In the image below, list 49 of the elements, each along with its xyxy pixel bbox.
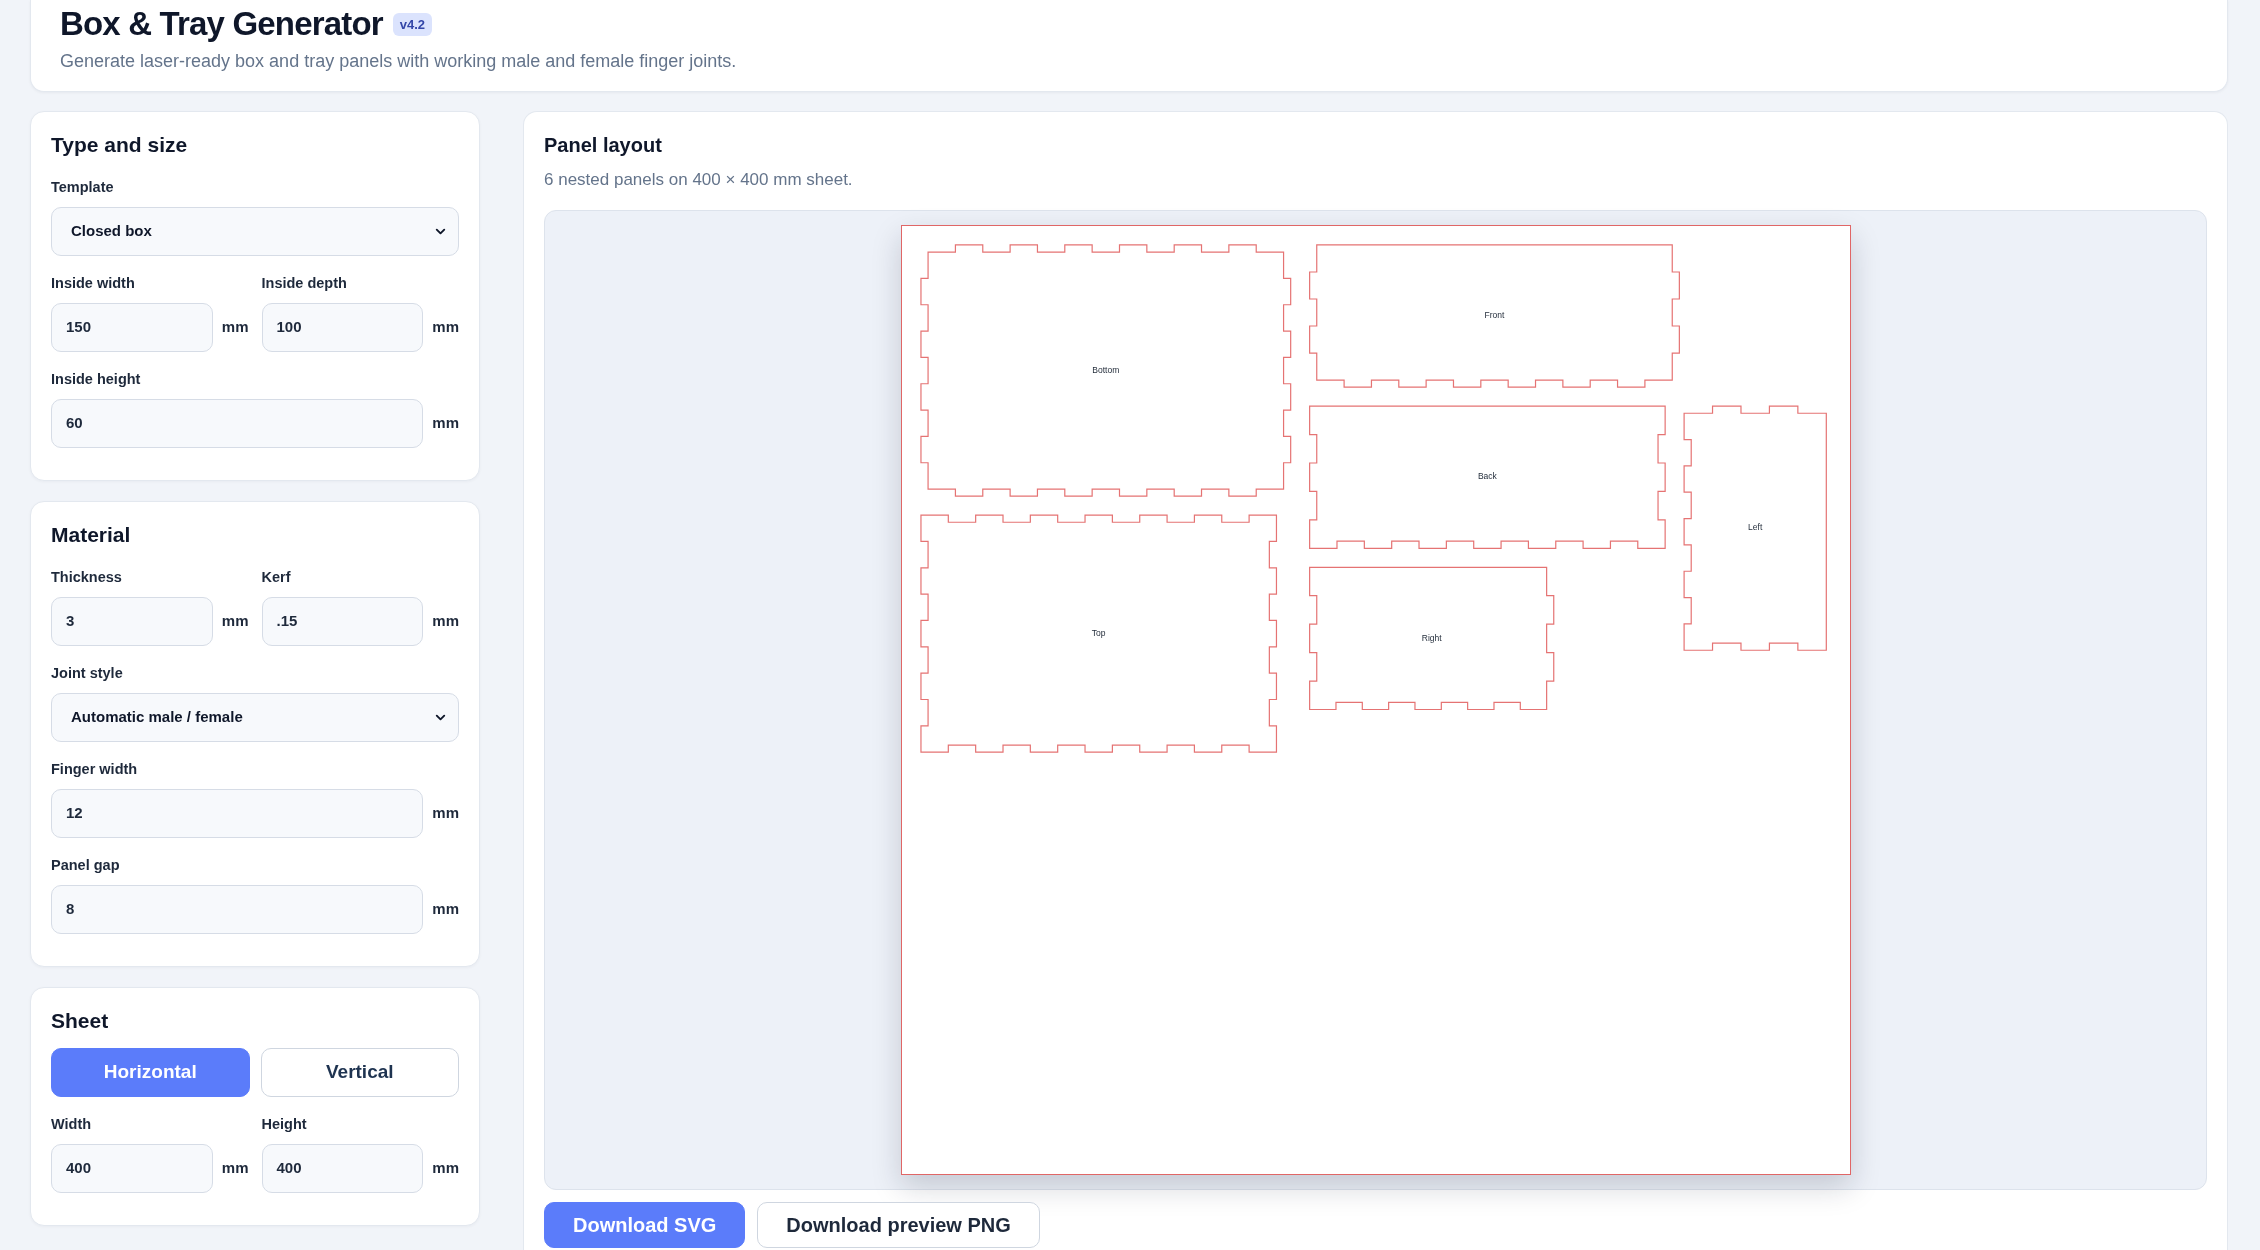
field-label: Joint style bbox=[51, 664, 124, 682]
unit-label: mm bbox=[432, 413, 459, 434]
dropdown-select[interactable]: Automatic male / female bbox=[51, 693, 459, 742]
number-input[interactable]: 400 bbox=[261, 1144, 424, 1193]
app-title: Box & Tray Generator bbox=[60, 4, 383, 44]
number-input[interactable]: 100 bbox=[261, 303, 424, 352]
version-badge: v4.2 bbox=[392, 12, 433, 36]
field-label: Inside depth bbox=[261, 274, 348, 292]
panel-label: Front bbox=[1484, 310, 1504, 321]
field-label: Inside width bbox=[51, 274, 136, 292]
panel-label: Left bbox=[1747, 522, 1762, 533]
field-label: Height bbox=[261, 1115, 308, 1133]
field-label: Finger width bbox=[51, 760, 139, 778]
orientation-toggle[interactable]: Horizontal bbox=[51, 1048, 250, 1097]
number-input[interactable]: 3 bbox=[51, 597, 213, 646]
dropdown-select[interactable]: Closed box bbox=[51, 207, 459, 256]
card-title: Type and size bbox=[51, 132, 189, 158]
panel-label: Back bbox=[1477, 471, 1497, 482]
panel-label: Bottom bbox=[1091, 364, 1119, 375]
panel-label: Right bbox=[1421, 632, 1442, 643]
panel-label: Top bbox=[1091, 627, 1106, 638]
number-input[interactable]: 8 bbox=[51, 885, 424, 934]
unit-label: mm bbox=[432, 1158, 459, 1179]
unit-label: mm bbox=[432, 611, 459, 632]
unit-label: mm bbox=[221, 611, 249, 632]
number-input[interactable]: 150 bbox=[51, 303, 213, 352]
layout-summary: 6 nested panels on 400 × 400 mm sheet. bbox=[544, 169, 854, 191]
unit-label: mm bbox=[221, 1158, 249, 1179]
download-button[interactable]: Download preview PNG bbox=[757, 1202, 1040, 1248]
card-title: Panel layout bbox=[544, 133, 663, 158]
app-subtitle: Generate laser-ready box and tray panels with working male and female finger joints. bbox=[60, 50, 738, 73]
card-title: Material bbox=[51, 522, 132, 548]
field-label: Thickness bbox=[51, 568, 123, 586]
field-label: Kerf bbox=[261, 568, 292, 586]
unit-label: mm bbox=[432, 899, 459, 920]
field-label: Width bbox=[51, 1115, 93, 1133]
card-title: Sheet bbox=[51, 1008, 110, 1034]
unit-label: mm bbox=[432, 803, 459, 824]
orientation-toggle[interactable]: Vertical bbox=[260, 1048, 459, 1097]
field-label: Template bbox=[51, 178, 115, 196]
number-input[interactable]: 60 bbox=[51, 399, 424, 448]
number-input[interactable]: 400 bbox=[51, 1144, 213, 1193]
field-label: Panel gap bbox=[51, 856, 121, 874]
number-input[interactable]: .15 bbox=[261, 597, 424, 646]
number-input[interactable]: 12 bbox=[51, 789, 424, 838]
unit-label: mm bbox=[221, 317, 249, 338]
unit-label: mm bbox=[432, 317, 459, 338]
download-button[interactable]: Download SVG bbox=[544, 1202, 746, 1248]
field-label: Inside height bbox=[51, 370, 142, 388]
